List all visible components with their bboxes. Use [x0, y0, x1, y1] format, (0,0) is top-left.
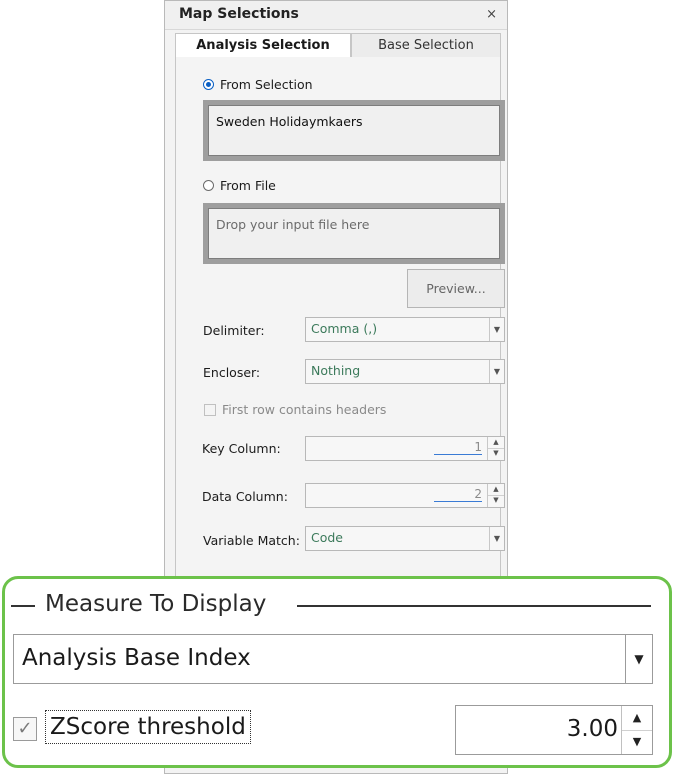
- data-column-value: 2: [434, 487, 482, 502]
- key-column-stepper[interactable]: 1 ▲ ▼: [305, 436, 505, 461]
- chevron-down-icon[interactable]: ▼: [625, 635, 652, 683]
- measure-selected-value: Analysis Base Index: [22, 645, 251, 671]
- file-drop-well: Drop your input file here: [203, 203, 505, 264]
- key-column-label: Key Column:: [202, 441, 281, 456]
- spin-down-icon[interactable]: ▼: [622, 730, 652, 754]
- selection-well: Sweden Holidaymkaers: [203, 100, 505, 161]
- from-selection-label: From Selection: [220, 77, 313, 92]
- tab-base-selection[interactable]: Base Selection: [351, 33, 501, 58]
- file-drop-zone[interactable]: Drop your input file here: [208, 208, 500, 259]
- spin-up-icon[interactable]: ▲: [622, 706, 652, 731]
- zscore-stepper[interactable]: 3.00 ▲ ▼: [455, 705, 653, 755]
- chevron-down-icon[interactable]: ▼: [489, 360, 504, 383]
- group-divider-right: [297, 605, 651, 607]
- variable-match-select[interactable]: Code ▼: [305, 526, 505, 551]
- headers-label: First row contains headers: [222, 402, 387, 417]
- data-column-spin-buttons: ▲ ▼: [487, 484, 504, 507]
- measure-to-display-zoom: Measure To Display Analysis Base Index ▼…: [2, 576, 672, 768]
- key-column-spin-buttons: ▲ ▼: [487, 437, 504, 460]
- variable-match-label: Variable Match:: [203, 533, 300, 548]
- zscore-checkbox[interactable]: ✓: [13, 717, 37, 741]
- analysis-selection-content: From Selection Sweden Holidaymkaers From…: [175, 57, 505, 577]
- spin-down-icon[interactable]: ▼: [488, 495, 504, 506]
- chevron-down-icon[interactable]: ▼: [489, 318, 504, 341]
- zscore-label[interactable]: ZScore threshold: [45, 710, 251, 744]
- delimiter-value: Comma (,): [311, 321, 378, 336]
- preview-button[interactable]: Preview...: [407, 269, 505, 308]
- close-icon[interactable]: ×: [486, 7, 497, 22]
- data-column-stepper[interactable]: 2 ▲ ▼: [305, 483, 505, 508]
- panel-titlebar: Map Selections ×: [165, 1, 507, 30]
- from-selection-radio[interactable]: [203, 79, 214, 90]
- measure-select[interactable]: Analysis Base Index ▼: [13, 634, 653, 684]
- measure-group-legend: Measure To Display: [45, 591, 267, 617]
- variable-match-value: Code: [311, 530, 344, 545]
- zscore-spin-buttons: ▲ ▼: [621, 706, 652, 754]
- checkmark-icon: ✓: [17, 718, 33, 739]
- encloser-select[interactable]: Nothing ▼: [305, 359, 505, 384]
- group-divider-left: [11, 605, 35, 607]
- delimiter-label: Delimiter:: [203, 323, 265, 338]
- headers-checkbox[interactable]: [204, 404, 216, 416]
- tab-analysis-selection[interactable]: Analysis Selection: [175, 33, 351, 58]
- from-file-radio[interactable]: [203, 180, 214, 191]
- selection-value[interactable]: Sweden Holidaymkaers: [208, 105, 500, 156]
- from-file-label: From File: [220, 178, 276, 193]
- data-column-label: Data Column:: [202, 489, 288, 504]
- encloser-value: Nothing: [311, 363, 361, 378]
- chevron-down-icon[interactable]: ▼: [489, 527, 504, 550]
- encloser-label: Encloser:: [203, 365, 261, 380]
- spin-down-icon[interactable]: ▼: [488, 448, 504, 459]
- delimiter-select[interactable]: Comma (,) ▼: [305, 317, 505, 342]
- zscore-value: 3.00: [566, 716, 618, 742]
- panel-title: Map Selections: [179, 6, 299, 22]
- key-column-value: 1: [434, 440, 482, 455]
